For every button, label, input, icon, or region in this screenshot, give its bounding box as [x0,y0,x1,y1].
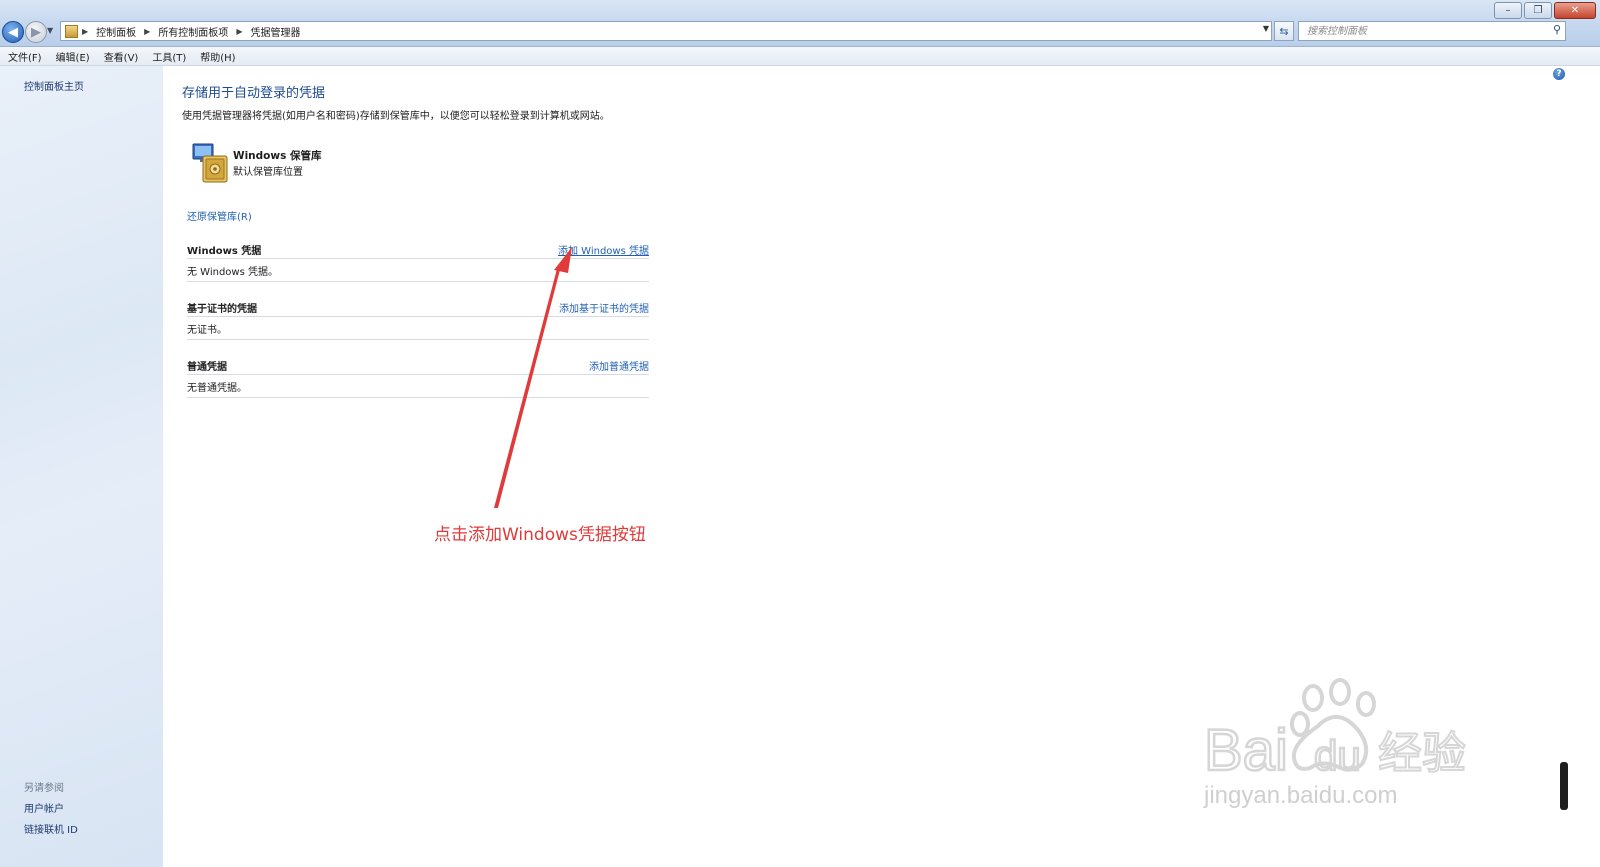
breadcrumb-separator-icon[interactable]: ▶ [82,27,88,36]
address-dropdown-icon[interactable]: ▼ [1263,24,1269,33]
minimize-button[interactable]: – [1494,2,1522,19]
close-button[interactable]: ✕ [1554,2,1596,19]
section-title: Windows 凭据 [187,246,262,257]
section-windows-credentials: Windows 凭据 添加 Windows 凭据 无 Windows 凭据。 [187,240,649,282]
annotation-text: 点击添加Windows凭据按钮 [434,525,646,545]
help-icon[interactable]: ? [1553,68,1565,80]
add-generic-credential-link[interactable]: 添加普通凭据 [589,358,649,373]
page-description: 使用凭据管理器将凭据(如用户名和密码)存储到保管库中，以便您可以轻松登录到计算机… [182,111,610,122]
back-button[interactable]: ◀ [2,21,24,43]
breadcrumb-separator-icon[interactable]: ▶ [144,27,150,36]
search-icon[interactable]: ⚲ [1553,23,1561,36]
section-generic-credentials: 普通凭据 添加普通凭据 无普通凭据。 [187,356,649,398]
breadcrumb-all-items[interactable]: 所有控制面板项 [158,24,228,39]
recent-pages-dropdown[interactable]: ▼ [47,26,53,35]
breadcrumb-separator-icon[interactable]: ▶ [236,27,242,36]
vault-name[interactable]: Windows 保管库 [233,148,322,163]
search-input[interactable] [1305,22,1539,40]
breadcrumb-control-panel[interactable]: 控制面板 [96,24,136,39]
window-controls: – ❐ ✕ [1494,2,1596,19]
section-header[interactable]: 基于证书的凭据 添加基于证书的凭据 [187,298,649,316]
arrow-left-icon: ◀ [8,24,18,40]
section-header[interactable]: 普通凭据 添加普通凭据 [187,356,649,374]
window-titlebar: – ❐ ✕ ◀ ▶ ▼ ▶ 控制面板 ▶ 所有控制面板项 ▶ 凭据管理器 ▼ ⇆… [0,0,1600,47]
vault-subtitle: 默认保管库位置 [233,167,303,178]
see-also-heading: 另请参阅 [24,783,64,794]
maximize-button[interactable]: ❐ [1524,2,1552,19]
control-panel-icon [65,24,78,38]
arrow-right-icon: ▶ [31,24,41,40]
refresh-button[interactable]: ⇆ [1274,21,1294,41]
svg-text:du: du [1314,732,1361,779]
menu-edit[interactable]: 编辑(E) [48,49,96,64]
section-header[interactable]: Windows 凭据 添加 Windows 凭据 [187,240,649,258]
sidebar-item-control-panel-home[interactable]: 控制面板主页 [24,78,84,93]
menu-tools[interactable]: 工具(T) [144,49,192,64]
vault-icon [192,143,228,183]
chevron-down-icon: ▼ [47,26,54,35]
page-title: 存储用于自动登录的凭据 [182,86,326,101]
svg-text:经验: 经验 [1378,728,1466,779]
section-empty-text: 无证书。 [187,317,649,340]
search-box[interactable]: ⚲ [1298,21,1566,41]
sidebar: 控制面板主页 另请参阅 用户帐户 链接联机 ID [0,66,163,867]
section-certificate-credentials: 基于证书的凭据 添加基于证书的凭据 无证书。 [187,298,649,340]
menu-bar: 文件(F) 编辑(E) 查看(V) 工具(T) 帮助(H) [0,47,1600,66]
menu-view[interactable]: 查看(V) [96,49,145,64]
refresh-icon: ⇆ [1279,24,1289,38]
address-bar[interactable]: ▶ 控制面板 ▶ 所有控制面板项 ▶ 凭据管理器 ▼ [60,21,1272,41]
breadcrumb-credential-manager[interactable]: 凭据管理器 [250,24,300,39]
section-title: 基于证书的凭据 [187,304,257,315]
restore-vault-link[interactable]: 还原保管库(R) [187,208,252,223]
menu-help[interactable]: 帮助(H) [192,49,241,64]
watermark-url: jingyan.baidu.com [1204,782,1398,809]
section-title: 普通凭据 [187,362,227,373]
scroll-handle[interactable] [1560,762,1568,810]
add-windows-credential-link[interactable]: 添加 Windows 凭据 [558,242,649,257]
sidebar-item-link-online-id[interactable]: 链接联机 ID [24,821,78,836]
svg-text:Bai: Bai [1204,718,1288,783]
add-certificate-credential-link[interactable]: 添加基于证书的凭据 [559,300,649,315]
section-empty-text: 无 Windows 凭据。 [187,259,649,282]
forward-button[interactable]: ▶ [25,21,47,43]
menu-file[interactable]: 文件(F) [0,49,48,64]
sidebar-item-user-accounts[interactable]: 用户帐户 [24,800,64,815]
section-empty-text: 无普通凭据。 [187,375,649,398]
